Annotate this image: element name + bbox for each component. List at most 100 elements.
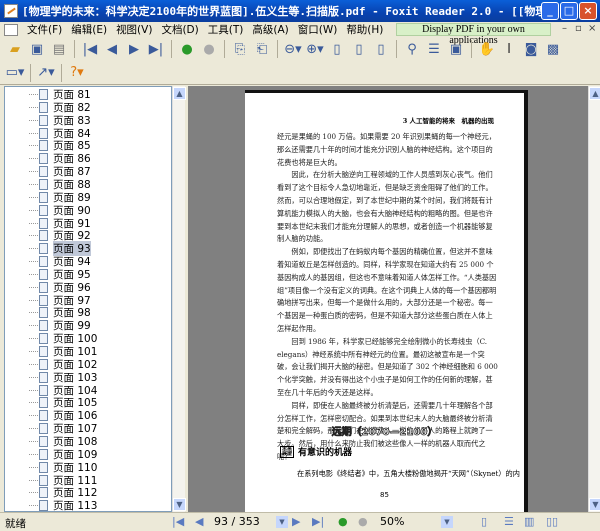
status-text: 就绪 (5, 518, 26, 530)
back-icon[interactable]: ● (178, 40, 196, 58)
page-icon (39, 320, 48, 332)
tree-line (29, 351, 38, 352)
next-page-icon[interactable]: ▶ (125, 40, 143, 58)
subsection-heading: 未来 展望 有意识的机器 (280, 445, 352, 458)
menu-edit[interactable]: 编辑(E) (71, 22, 107, 37)
back-icon[interactable]: ● (338, 515, 348, 528)
rotate-ccw-icon[interactable]: ⎗ (253, 40, 271, 58)
tree-line (29, 261, 38, 263)
tree-line (29, 312, 38, 314)
next-page-icon[interactable]: ▶ (292, 515, 300, 528)
page-icon (39, 384, 48, 396)
forward-icon[interactable]: ● (358, 515, 368, 528)
page-icon (39, 448, 48, 460)
menu-file[interactable]: 文件(F) (27, 22, 62, 37)
prev-page-icon[interactable]: ◀ (195, 515, 203, 528)
menu-document[interactable]: 文档(D) (161, 22, 198, 37)
app-icon (4, 4, 18, 18)
document-scrollbar[interactable]: ▲ ▼ (588, 86, 600, 512)
mdi-close-icon[interactable]: × (588, 23, 596, 34)
open-icon[interactable]: ▰ (6, 40, 24, 58)
page-number-field[interactable]: 93 / 353 (212, 514, 272, 530)
hand-tool-icon[interactable]: ✋ (478, 40, 496, 58)
actual-size-icon[interactable]: ▯ (328, 40, 346, 58)
page-icon (39, 474, 48, 486)
scroll-up-icon[interactable]: ▲ (173, 87, 186, 100)
scroll-up-icon[interactable]: ▲ (589, 87, 600, 100)
annotation-icon[interactable]: ▭▾ (6, 64, 25, 82)
tree-line (29, 222, 38, 224)
zoom-out-icon[interactable]: ⊖▾ (284, 40, 302, 58)
page-list-item[interactable]: 页面 113 (29, 499, 97, 511)
mdi-restore-icon[interactable]: ▫ (575, 23, 582, 34)
facing-icon[interactable]: ▥ (524, 515, 534, 528)
continuous-icon[interactable]: ☰ (504, 515, 514, 528)
image-icon[interactable]: ▩ (544, 40, 562, 58)
zoom-in-icon[interactable]: ⊕▾ (306, 40, 324, 58)
menu-window[interactable]: 窗口(W) (298, 22, 338, 37)
page-icon (39, 500, 48, 511)
menu-help[interactable]: 帮助(H) (346, 22, 383, 37)
page-icon (39, 423, 48, 435)
doc-icon (4, 23, 18, 36)
close-button[interactable]: × (579, 2, 597, 20)
page-icon (39, 217, 48, 229)
bookmarks-panel-icon[interactable]: ☰ (425, 40, 443, 58)
select-text-icon[interactable]: I (500, 40, 518, 58)
page-dropdown-icon[interactable]: ▼ (276, 516, 288, 528)
scroll-down-icon[interactable]: ▼ (173, 498, 186, 511)
window-title: [物理学的未来：科学决定2100年的世界蓝图].伍义生等.扫描版.pdf - F… (22, 5, 542, 18)
page-icon (39, 178, 48, 190)
maximize-button[interactable]: □ (560, 2, 578, 20)
tree-line (29, 376, 38, 378)
tree-line (29, 119, 38, 121)
paragraph: 因此，在分析大脑逆向工程领域的工作人员感到灰心丧气。他们看到了这个目标令人急切地… (277, 170, 493, 244)
last-page-icon[interactable]: ▶| (147, 40, 165, 58)
first-page-icon[interactable]: |◀ (81, 40, 99, 58)
zoom-dropdown-icon[interactable]: ▼ (441, 516, 453, 528)
page-icon (39, 204, 48, 216)
continuous-facing-icon[interactable]: ▯▯ (546, 515, 558, 528)
tree-line (29, 94, 38, 95)
fit-page-icon[interactable]: ▯ (350, 40, 368, 58)
paragraph: 例如，即便找出了在蚂蚁内每个基因的精确位置，但这并不意味着知道蚁丘是怎样创造的。… (277, 247, 497, 333)
tree-line (29, 248, 38, 250)
sidebar-scrollbar[interactable]: ▲ ▼ (172, 86, 186, 512)
fullscreen-icon[interactable]: ▣ (447, 40, 465, 58)
page-header: 3 人工智能的将来 机器的出现 (402, 117, 494, 125)
tree-line (29, 479, 38, 481)
first-page-icon[interactable]: |◀ (172, 515, 184, 528)
ad-banner[interactable]: Display PDF in your own applications (396, 23, 551, 46)
last-page-icon[interactable]: ▶| (312, 515, 324, 528)
fit-width-icon[interactable]: ▯ (372, 40, 390, 58)
mdi-minimize-icon[interactable]: – (562, 23, 567, 34)
document-view[interactable]: 3 人工智能的将来 机器的出现 经元是果蝇的 100 万倍。如果需要 20 年识… (188, 86, 588, 512)
save-icon[interactable]: ▣ (28, 40, 46, 58)
page-icon (39, 153, 48, 165)
find-icon[interactable]: ⚲ (403, 40, 421, 58)
single-page-icon[interactable]: ▯ (481, 515, 487, 528)
zoom-field[interactable]: 50% (380, 514, 450, 530)
menu-tools[interactable]: 工具(T) (208, 22, 244, 37)
menu-view[interactable]: 视图(V) (116, 22, 152, 37)
arrow-tool-icon[interactable]: ↗▾ (37, 64, 55, 82)
help-icon[interactable]: ?▾ (68, 64, 86, 82)
tree-line (29, 273, 38, 275)
snapshot-icon[interactable]: ◙ (522, 40, 540, 58)
prev-page-icon[interactable]: ◀ (103, 40, 121, 58)
forward-icon[interactable]: ● (200, 40, 218, 58)
scroll-down-icon[interactable]: ▼ (589, 498, 600, 511)
tree-line (29, 132, 38, 134)
tree-line (29, 171, 38, 173)
minimize-button[interactable]: _ (541, 2, 559, 20)
tree-line (29, 440, 38, 442)
tree-line (29, 183, 38, 185)
tree-line (29, 286, 38, 288)
page-icon (39, 166, 48, 178)
section-title: 远期（2070—2100） (331, 427, 438, 439)
rotate-cw-icon[interactable]: ⎘ (231, 40, 249, 58)
print-icon[interactable]: ▤ (50, 40, 68, 58)
page-icon (39, 191, 48, 203)
menu-advanced[interactable]: 高级(A) (252, 22, 288, 37)
tree-line (29, 145, 38, 147)
